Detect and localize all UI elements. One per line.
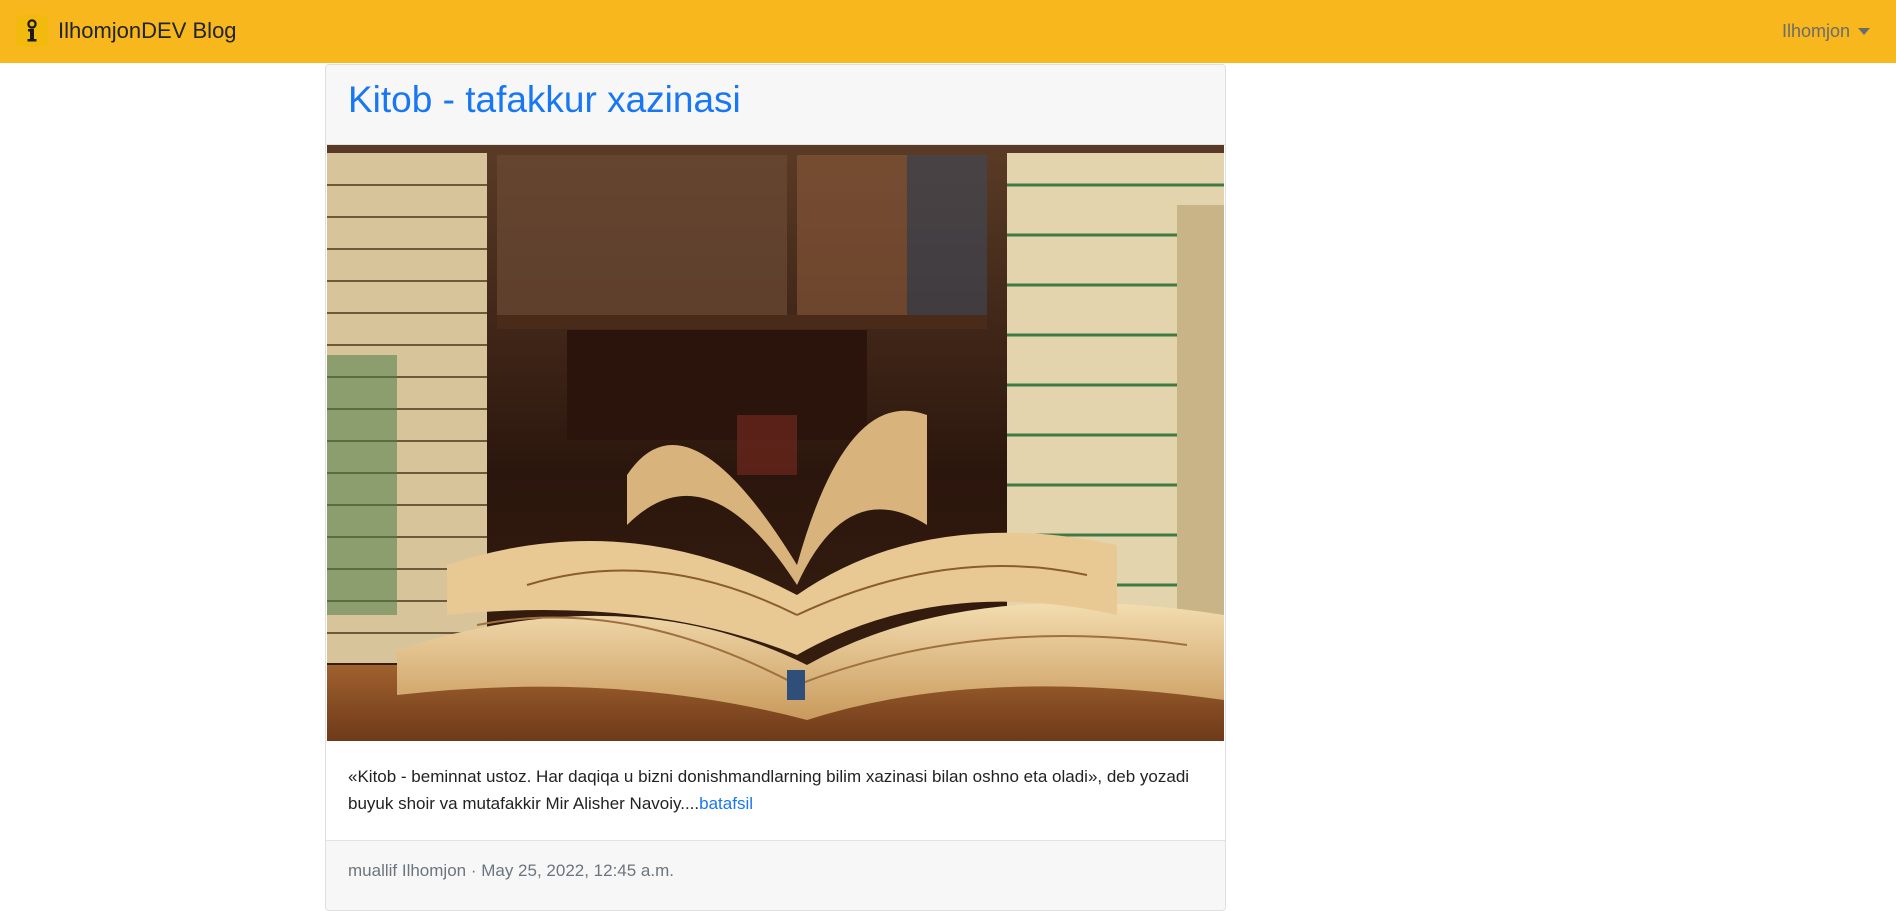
user-name: Ilhomjon — [1781, 21, 1850, 41]
user-menu-dropdown[interactable]: Ilhomjon — [1782, 0, 1870, 63]
navbar: IlhomjonDEV Blog Ilhomjon — [0, 0, 1896, 63]
post-image — [327, 145, 1224, 741]
brand-link[interactable]: IlhomjonDEV Blog — [16, 12, 237, 50]
post-footer: muallif Ilhomjon · May 25, 2022, 12:45 a… — [326, 840, 1225, 910]
post-card: Kitob - tafakkur xazinasi «Kitob - bemin… — [325, 64, 1226, 911]
post-excerpt: «Kitob - beminnat ustoz. Har daqiqa u bi… — [348, 763, 1208, 817]
brand-title: IlhomjonDEV Blog — [58, 18, 237, 43]
post-excerpt-text: «Kitob - beminnat ustoz. Har daqiqa u bi… — [348, 767, 1190, 813]
post-title-link[interactable]: Kitob - tafakkur xazinasi — [348, 78, 741, 122]
post-meta: muallif Ilhomjon · May 25, 2022, 12:45 a… — [348, 861, 674, 880]
read-more-link[interactable]: batafsil — [699, 794, 753, 813]
post-header: Kitob - tafakkur xazinasi — [326, 65, 1225, 145]
caret-down-icon — [1858, 28, 1870, 35]
info-person-icon — [16, 15, 48, 47]
